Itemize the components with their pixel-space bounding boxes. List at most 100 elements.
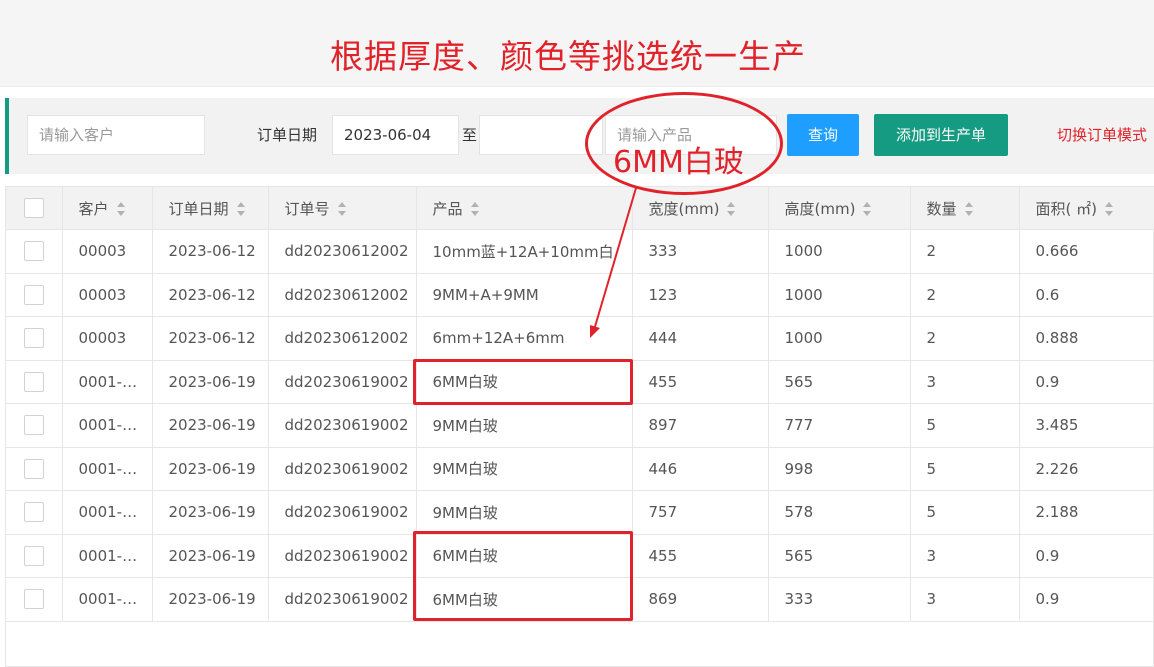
cell-customer: 00003 [62,316,153,361]
row-checkbox[interactable] [23,458,44,479]
highlight-box-rows-8-9 [413,531,633,621]
cell-area: 0.9 [1019,534,1154,578]
cell-quantity: 5 [910,403,1020,448]
cell-area: 2.188 [1019,490,1154,535]
cell-area: 0.666 [1019,229,1154,274]
cell-area: 0.6 [1019,273,1154,317]
query-button[interactable]: 查询 [787,114,859,156]
table-row[interactable]: 0001-… 2023-06-19 dd20230619002 9MM白玻 44… [6,447,1154,491]
customer-input[interactable]: 请输入客户 [27,115,205,155]
cell-order-no: dd20230619002 [268,360,417,404]
select-all-checkbox[interactable] [23,198,44,218]
cell-quantity: 3 [910,360,1020,404]
cell-width: 869 [632,577,769,622]
row-checkbox[interactable] [23,545,44,566]
cell-order-date: 2023-06-12 [152,316,269,361]
row-checkbox[interactable] [23,241,44,262]
cell-product: 10mm蓝+12A+10mm白 [416,229,633,274]
cell-height: 1000 [768,316,911,361]
date-from-input[interactable]: 2023-06-04 [332,115,459,155]
cell-product: 9MM白玻 [416,447,633,491]
cell-order-date: 2023-06-19 [152,534,269,578]
sort-icon[interactable] [236,202,245,216]
cell-customer: 00003 [62,229,153,274]
banner-title: 根据厚度、颜色等挑选统一生产 [330,37,806,76]
row-select-cell [6,534,63,578]
row-checkbox[interactable] [23,502,44,523]
row-select-cell [6,447,63,491]
cell-height: 333 [768,577,911,622]
sort-icon[interactable] [337,202,346,216]
column-header-height[interactable]: 高度(mm) [768,187,911,230]
row-checkbox[interactable] [23,284,44,305]
cell-area: 0.9 [1019,360,1154,404]
sort-icon[interactable] [116,202,125,216]
cell-area: 3.485 [1019,403,1154,448]
cell-order-date: 2023-06-19 [152,447,269,491]
cell-order-no: dd20230619002 [268,490,417,535]
column-header-quantity[interactable]: 数量 [910,187,1020,230]
column-header-order-no[interactable]: 订单号 [268,187,417,230]
cell-product: 9MM+A+9MM [416,273,633,317]
cell-order-date: 2023-06-19 [152,403,269,448]
cell-product: 9MM白玻 [416,403,633,448]
cell-width: 123 [632,273,769,317]
date-label: 订单日期 [257,126,318,144]
cell-area: 0.888 [1019,316,1154,361]
cell-order-no: dd20230612002 [268,229,417,274]
cell-order-no: dd20230619002 [268,403,417,448]
column-header-area[interactable]: 面积( ㎡) [1019,187,1154,230]
date-to-input[interactable] [479,115,603,155]
row-checkbox[interactable] [23,328,44,349]
row-select-cell [6,403,63,448]
cell-order-date: 2023-06-12 [152,273,269,317]
column-header-order-date[interactable]: 订单日期 [152,187,269,230]
sort-icon[interactable] [470,202,479,216]
cell-height: 1000 [768,229,911,274]
cell-customer: 0001-… [62,403,153,448]
cell-order-date: 2023-06-19 [152,360,269,404]
cell-customer: 0001-… [62,447,153,491]
sort-icon[interactable] [1104,202,1113,216]
cell-width: 897 [632,403,769,448]
annotation-label: 6MM白玻 [613,145,744,180]
cell-width: 455 [632,360,769,404]
cell-customer: 0001-… [62,490,153,535]
cell-quantity: 2 [910,229,1020,274]
sort-icon[interactable] [863,202,872,216]
date-to-label: 至 [462,126,478,144]
row-checkbox[interactable] [23,589,44,610]
cell-product: 6mm+12A+6mm [416,316,633,361]
cell-width: 455 [632,534,769,578]
cell-customer: 0001-… [62,577,153,622]
cell-order-no: dd20230619002 [268,447,417,491]
row-checkbox[interactable] [23,371,44,392]
cell-order-no: dd20230612002 [268,316,417,361]
table-row[interactable]: 00003 2023-06-12 dd20230612002 6mm+12A+6… [6,316,1154,361]
row-select-cell [6,273,63,317]
cell-width: 444 [632,316,769,361]
select-all-cell [6,187,63,230]
switch-order-mode-link[interactable]: 切换订单模式 [1057,114,1147,156]
cell-quantity: 3 [910,534,1020,578]
cell-height: 578 [768,490,911,535]
top-banner: 根据厚度、颜色等挑选统一生产 [0,0,1154,87]
cell-height: 1000 [768,273,911,317]
cell-quantity: 5 [910,447,1020,491]
table-row[interactable]: 0001-… 2023-06-19 dd20230619002 9MM白玻 75… [6,490,1154,535]
cell-order-date: 2023-06-12 [152,229,269,274]
cell-width: 757 [632,490,769,535]
column-header-product[interactable]: 产品 [416,187,633,230]
column-header-customer[interactable]: 客户 [62,187,153,230]
cell-quantity: 2 [910,273,1020,317]
table-header-row: 客户 订单日期 订单号 产品 宽度(mm) 高度(mm) 数量 面积( ㎡) [6,187,1154,230]
sort-icon[interactable] [964,202,973,216]
highlight-box-row-4 [413,359,633,405]
table-row[interactable]: 0001-… 2023-06-19 dd20230619002 9MM白玻 89… [6,403,1154,448]
sort-icon[interactable] [727,202,736,216]
row-checkbox[interactable] [23,415,44,436]
table-row[interactable]: 00003 2023-06-12 dd20230612002 9MM+A+9MM… [6,273,1154,317]
table-row[interactable]: 00003 2023-06-12 dd20230612002 10mm蓝+12A… [6,229,1154,274]
add-to-production-button[interactable]: 添加到生产单 [874,114,1008,156]
row-select-cell [6,360,63,404]
